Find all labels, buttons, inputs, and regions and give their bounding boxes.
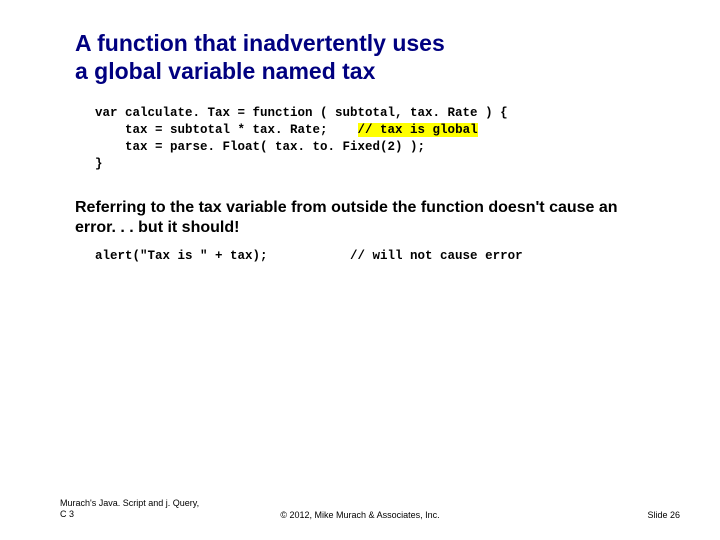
code2-line1: alert("Tax is " + tax); // will not caus… bbox=[95, 249, 523, 263]
title-line-1: A function that inadvertently uses bbox=[75, 30, 445, 56]
code1-line1: var calculate. Tax = function ( subtotal… bbox=[95, 106, 508, 120]
title-line-2: a global variable named tax bbox=[75, 58, 375, 84]
slide: A function that inadvertently uses a glo… bbox=[0, 0, 720, 540]
slide-title: A function that inadvertently uses a glo… bbox=[75, 30, 635, 85]
code1-line2-highlight: // tax is global bbox=[358, 123, 478, 137]
code1-line3: tax = parse. Float( tax. to. Fixed(2) ); bbox=[95, 140, 425, 154]
subheading: Referring to the tax variable from outsi… bbox=[75, 198, 635, 238]
code-block-alert: alert("Tax is " + tax); // will not caus… bbox=[95, 248, 523, 265]
footer-left-line1: Murach's Java. Script and j. Query, bbox=[60, 498, 199, 508]
code1-line4: } bbox=[95, 157, 103, 171]
code1-line2a: tax = subtotal * tax. Rate; bbox=[95, 123, 358, 137]
footer-right: Slide 26 bbox=[647, 510, 680, 520]
footer: Murach's Java. Script and j. Query, C 3 … bbox=[0, 496, 720, 520]
footer-center: © 2012, Mike Murach & Associates, Inc. bbox=[0, 510, 720, 520]
code-block-function: var calculate. Tax = function ( subtotal… bbox=[95, 105, 508, 173]
